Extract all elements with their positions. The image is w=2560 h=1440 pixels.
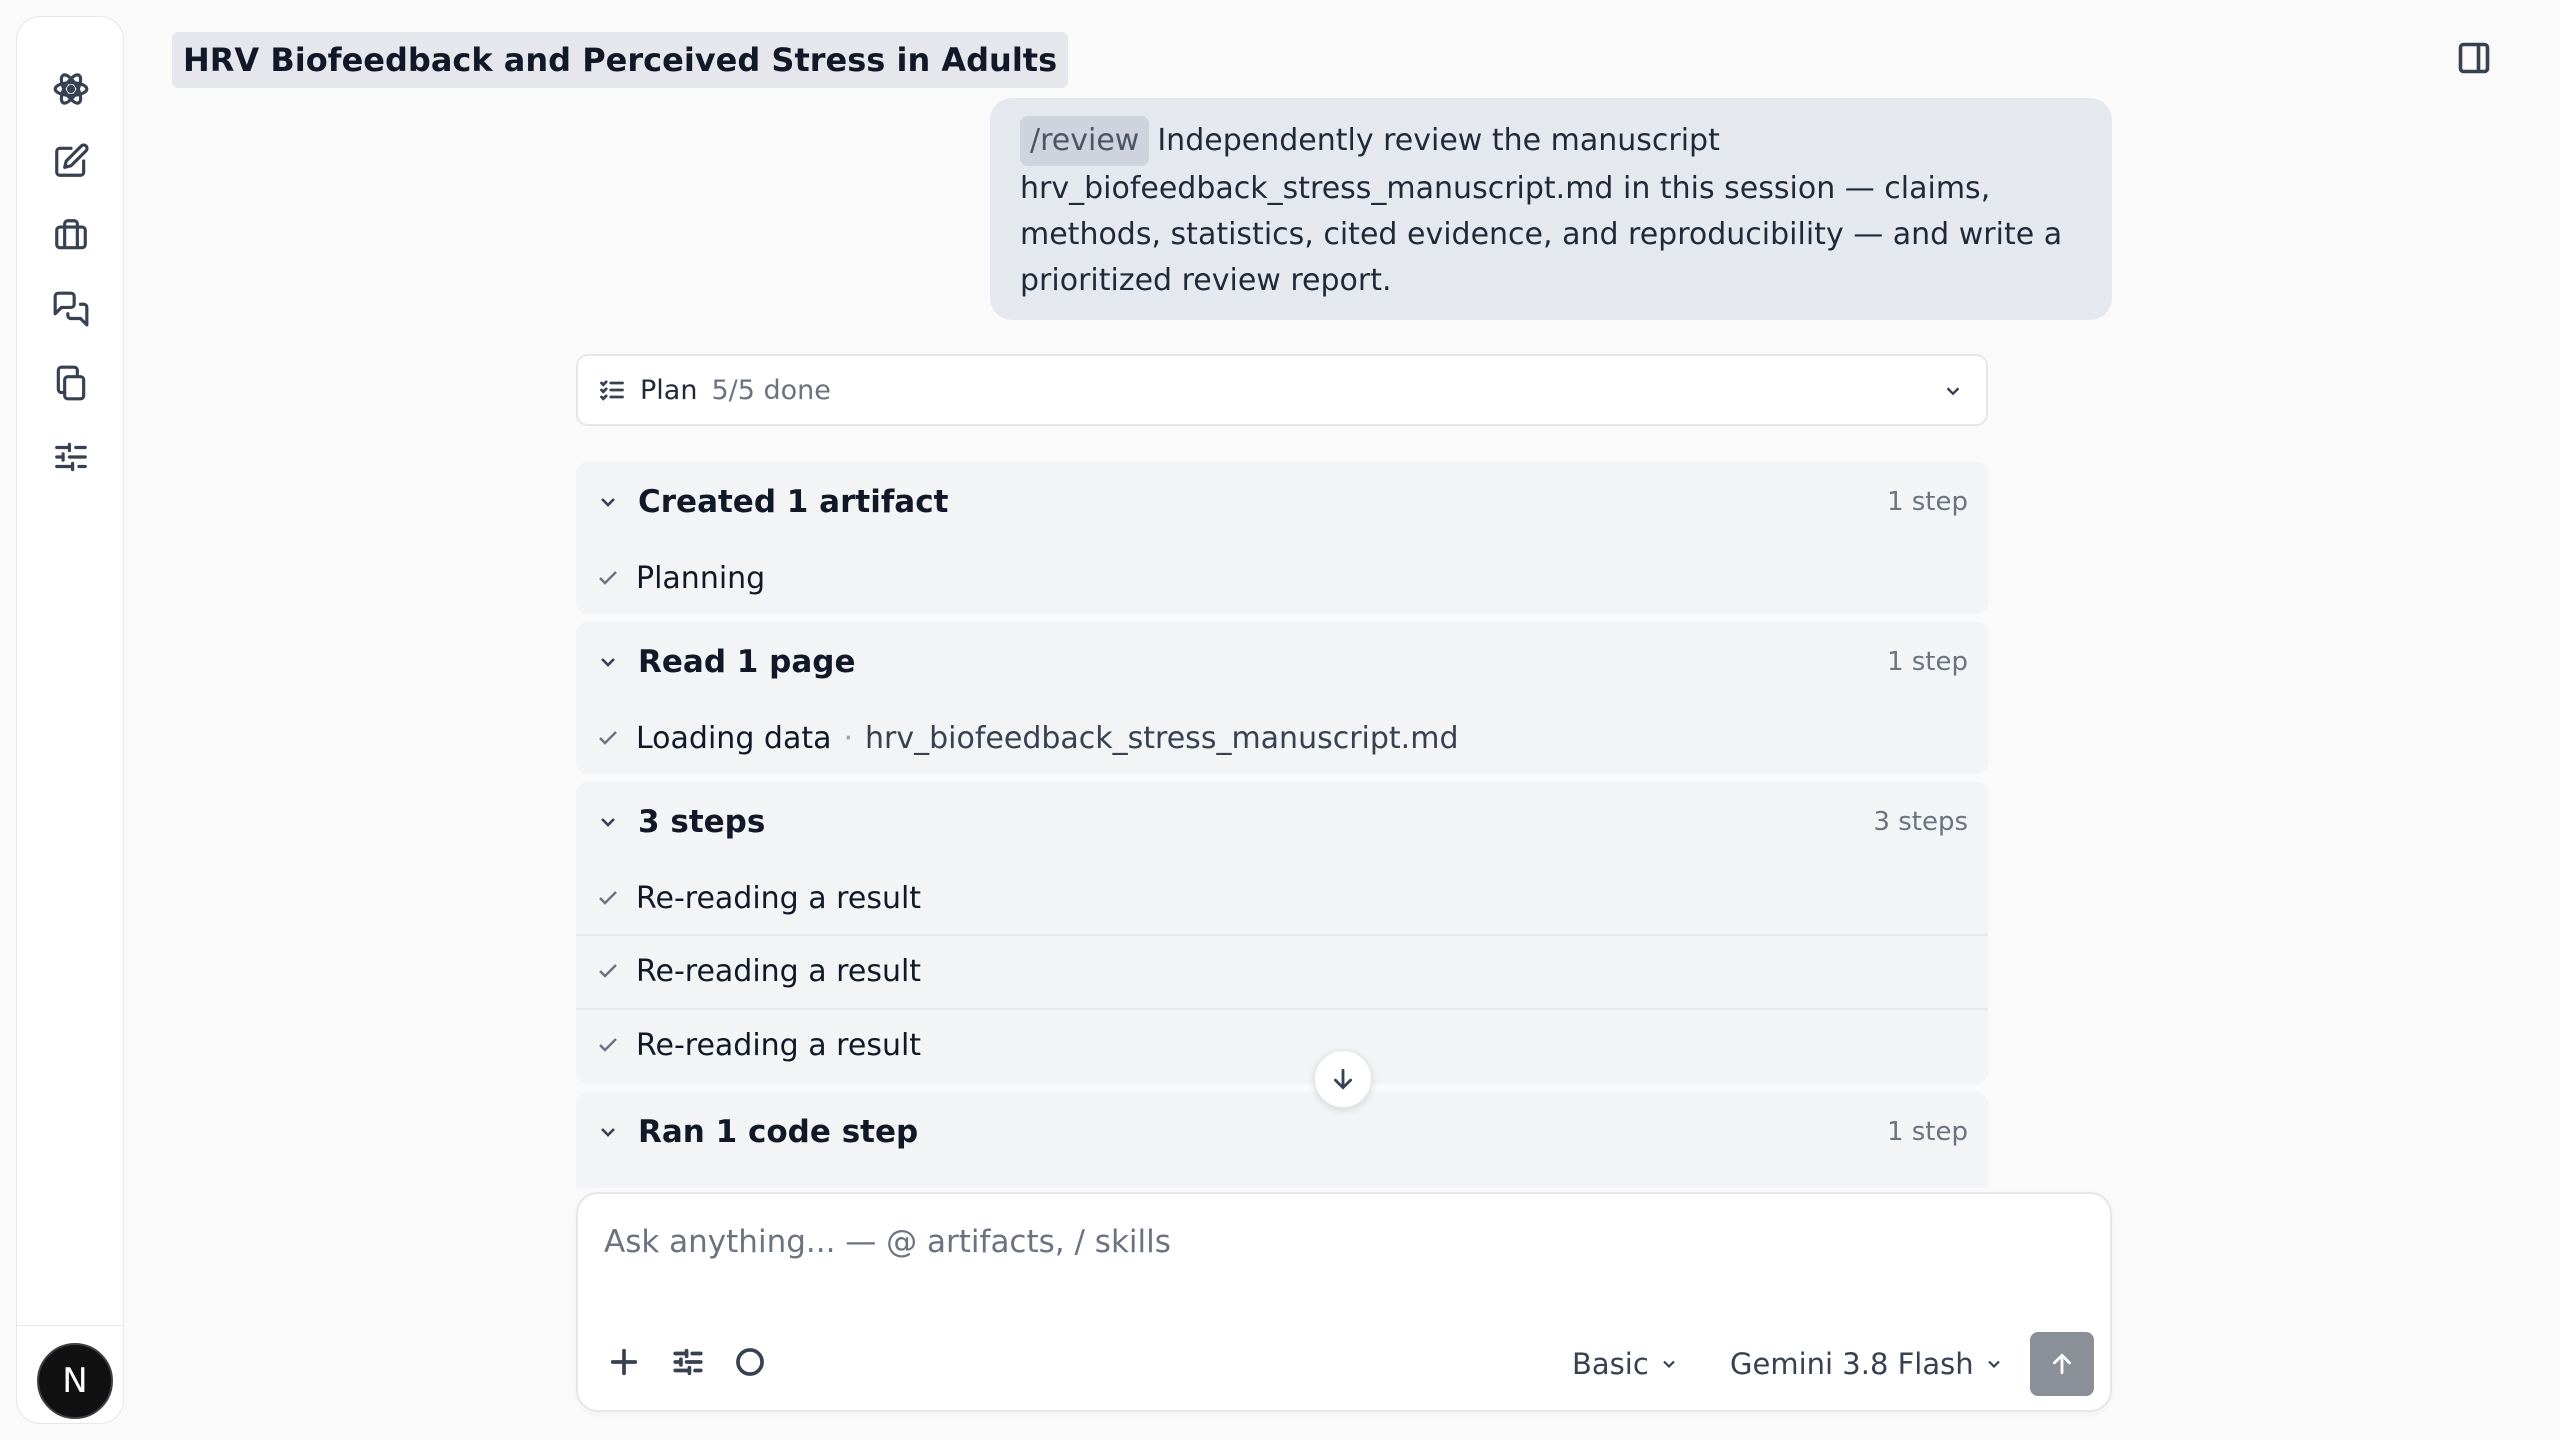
plan-status: 5/5 done — [711, 374, 831, 406]
checklist-icon — [600, 380, 624, 401]
chevron-down-icon — [601, 498, 615, 507]
plus-icon — [610, 1348, 638, 1376]
chevron-down-icon — [1987, 1360, 2000, 1369]
atom-logo-icon[interactable] — [51, 69, 91, 109]
step-row[interactable]: Re-reading a result — [576, 1008, 1988, 1080]
check-icon — [599, 731, 617, 745]
page-title[interactable]: HRV Biofeedback and Perceived Stress in … — [172, 32, 1069, 88]
step-group: Created 1 artifact 1 step Planning — [576, 462, 1988, 614]
step-group-title: 3 steps — [638, 804, 766, 840]
step-row[interactable]: Planning — [576, 542, 1988, 614]
step-group-count: 3 steps — [1873, 807, 1968, 837]
status-button[interactable] — [730, 1342, 770, 1382]
check-icon — [599, 964, 617, 978]
step-group-header[interactable]: Read 1 page 1 step — [576, 622, 1988, 702]
chevron-down-icon — [601, 1128, 615, 1137]
chevron-down-icon — [601, 658, 615, 667]
chat-input[interactable] — [604, 1212, 2084, 1272]
step-label: Planning — [636, 560, 766, 596]
sidebar: N — [16, 16, 124, 1424]
new-chat-icon[interactable] — [51, 141, 91, 181]
command-chip: /review — [1020, 116, 1150, 166]
avatar-initial: N — [62, 1361, 88, 1401]
sidebar-divider — [17, 1325, 123, 1326]
step-label: Re-reading a result — [636, 880, 922, 916]
settings-sliders-icon[interactable] — [51, 437, 91, 477]
step-row[interactable]: Re-reading a result — [576, 934, 1988, 1006]
scroll-to-bottom-button[interactable] — [1314, 1050, 1372, 1108]
check-icon — [599, 571, 617, 585]
mode-dropdown[interactable]: Basic — [1572, 1342, 1679, 1386]
chevron-down-icon — [601, 818, 615, 827]
check-icon — [599, 1038, 617, 1052]
step-label: Loading data — [636, 720, 832, 756]
tools-button[interactable] — [668, 1342, 708, 1382]
model-dropdown[interactable]: Gemini 3.8 Flash — [1730, 1342, 2004, 1386]
plan-label: Plan — [640, 374, 698, 406]
mode-label: Basic — [1572, 1347, 1649, 1381]
step-row[interactable]: Loading data · hrv_biofeedback_stress_ma… — [576, 702, 1988, 774]
panel-toggle-icon[interactable] — [2456, 40, 2496, 80]
chevron-down-icon — [1946, 387, 1960, 396]
chevron-down-icon — [1663, 1360, 1675, 1369]
step-group-header[interactable]: Created 1 artifact 1 step — [576, 462, 1988, 542]
sliders-icon — [673, 1348, 703, 1376]
step-file-name: hrv_biofeedback_stress_manuscript.md — [865, 720, 1459, 756]
plan-toggle[interactable]: Plan 5/5 done — [576, 354, 1988, 426]
step-group-title: Read 1 page — [638, 644, 856, 680]
step-label: Re-reading a result — [636, 1027, 922, 1063]
step-group-count: 1 step — [1886, 1117, 1968, 1147]
check-icon — [599, 891, 617, 905]
attach-button[interactable] — [604, 1342, 644, 1382]
step-group: Ran 1 code step 1 step — [576, 1092, 1988, 1188]
separator-dot: · — [843, 720, 854, 756]
step-group-header[interactable]: 3 steps 3 steps — [576, 782, 1988, 862]
step-row[interactable]: Re-reading a result — [576, 862, 1988, 934]
model-label: Gemini 3.8 Flash — [1730, 1347, 1974, 1381]
briefcase-icon[interactable] — [51, 215, 91, 255]
step-group-count: 1 step — [1886, 647, 1968, 677]
circle-icon — [736, 1348, 764, 1376]
step-group-count: 1 step — [1886, 487, 1968, 517]
composer: Basic Gemini 3.8 Flash — [576, 1192, 2112, 1412]
arrow-up-icon — [2053, 1353, 2071, 1375]
step-label: Re-reading a result — [636, 953, 922, 989]
arrow-down-icon — [1334, 1068, 1352, 1090]
step-group: Read 1 page 1 step Loading data · hrv_bi… — [576, 622, 1988, 774]
user-message: /review Independently review the manuscri… — [990, 98, 2112, 320]
documents-icon[interactable] — [51, 363, 91, 403]
avatar[interactable]: N — [37, 1343, 113, 1419]
step-group-header[interactable]: Ran 1 code step 1 step — [576, 1092, 1988, 1172]
step-group-title: Created 1 artifact — [638, 484, 949, 520]
chats-icon[interactable] — [51, 289, 91, 329]
step-group: 3 steps 3 steps Re-reading a result Re-r… — [576, 782, 1988, 1084]
user-message-text: Independently review the manuscript hrv_… — [1020, 123, 2063, 298]
send-button[interactable] — [2030, 1332, 2094, 1396]
step-group-title: Ran 1 code step — [638, 1114, 919, 1150]
